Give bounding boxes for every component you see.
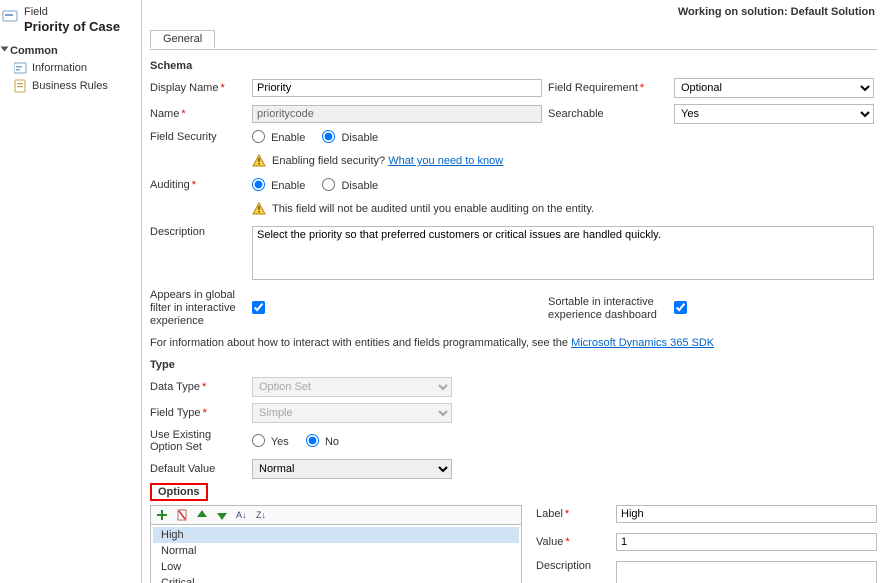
option-value-input[interactable]: [616, 533, 877, 551]
option-value-label: Value*: [536, 536, 608, 548]
display-name-input[interactable]: [252, 79, 542, 97]
sidebar-item-business-rules[interactable]: Business Rules: [14, 77, 137, 95]
fs-warning-text: Enabling field security?: [272, 155, 385, 167]
sdk-link[interactable]: Microsoft Dynamics 365 SDK: [571, 337, 714, 349]
auditing-label: Auditing*: [150, 179, 246, 191]
sidebar-header: Field Priority of Case: [0, 4, 137, 41]
sidebar-section-label: Common: [10, 45, 58, 57]
sort-asc-button[interactable]: A↓: [235, 508, 249, 522]
sdk-info-line: For information about how to interact wi…: [150, 337, 877, 349]
field-requirement-select[interactable]: Optional: [674, 78, 874, 98]
add-option-button[interactable]: [155, 508, 169, 522]
working-on-solution: Working on solution: Default Solution: [678, 6, 875, 18]
data-type-label: Data Type*: [150, 381, 246, 393]
auditing-warning-text: This field will not be audited until you…: [272, 203, 594, 215]
option-item-low[interactable]: Low: [153, 559, 519, 575]
fs-warning: Enabling field security? What you need t…: [252, 154, 874, 168]
options-list[interactable]: High Normal Low Critical: [151, 525, 521, 583]
field-security-row: Enable Disable: [252, 130, 874, 144]
rules-icon: [14, 79, 28, 93]
entity-title: Priority of Case: [24, 19, 120, 35]
field-security-label: Field Security: [150, 131, 246, 143]
option-item-normal[interactable]: Normal: [153, 543, 519, 559]
field-type-select: Simple: [252, 403, 452, 423]
fs-enable-radio[interactable]: Enable: [252, 132, 305, 144]
use-existing-label: Use Existing Option Set: [150, 429, 246, 453]
fs-warning-link[interactable]: What you need to know: [388, 155, 503, 167]
auditing-enable-radio[interactable]: Enable: [252, 180, 305, 192]
use-existing-yes-radio[interactable]: Yes: [252, 436, 289, 448]
display-name-label: Display Name*: [150, 82, 246, 94]
tab-general[interactable]: General: [150, 30, 215, 48]
move-down-button[interactable]: [215, 508, 229, 522]
sortable-checkbox[interactable]: [674, 301, 687, 314]
option-description-textarea[interactable]: [616, 561, 877, 583]
option-item-high[interactable]: High: [153, 527, 519, 543]
options-header: Options: [150, 483, 208, 501]
sidebar-item-label: Information: [32, 62, 87, 74]
option-details: Label* Value* Description Color: [536, 505, 877, 583]
description-textarea[interactable]: [252, 226, 874, 280]
auditing-disable-radio[interactable]: Disable: [322, 180, 378, 192]
warning-icon: [252, 202, 266, 216]
sidebar: Field Priority of Case Common Informatio…: [0, 0, 142, 583]
default-value-select[interactable]: Normal: [252, 459, 452, 479]
sidebar-item-information[interactable]: Information: [14, 59, 137, 77]
svg-text:A↓: A↓: [236, 510, 247, 520]
section-type-title: Type: [150, 359, 877, 371]
global-filter-label: Appears in global filter in interactive …: [150, 289, 246, 329]
sort-desc-button[interactable]: Z↓: [255, 508, 269, 522]
field-requirement-label: Field Requirement*: [548, 82, 668, 94]
searchable-label: Searchable: [548, 108, 668, 120]
info-icon: [14, 61, 28, 75]
searchable-select[interactable]: Yes: [674, 104, 874, 124]
auditing-warning: This field will not be audited until you…: [252, 202, 874, 216]
global-filter-checkbox[interactable]: [252, 301, 265, 314]
options-toolbar: A↓ Z↓: [151, 506, 521, 525]
main-content: Working on solution: Default Solution Ge…: [142, 0, 887, 583]
data-type-select: Option Set: [252, 377, 452, 397]
option-label-label: Label*: [536, 508, 608, 520]
field-type-label: Field Type*: [150, 407, 246, 419]
sidebar-section-common[interactable]: Common: [0, 43, 137, 59]
field-entity-icon: [2, 8, 18, 24]
svg-text:Z↓: Z↓: [256, 510, 266, 520]
name-label: Name*: [150, 108, 246, 120]
collapse-icon: [1, 46, 9, 51]
default-value-label: Default Value: [150, 463, 246, 475]
use-existing-row: Yes No: [252, 434, 452, 448]
delete-option-button[interactable]: [175, 508, 189, 522]
warning-icon: [252, 154, 266, 168]
options-listbox: A↓ Z↓ High Normal Low Critical: [150, 505, 522, 583]
sortable-label: Sortable in interactive experience dashb…: [548, 296, 668, 322]
entity-type-label: Field: [24, 6, 120, 19]
option-description-label: Description: [536, 560, 608, 572]
name-input: [252, 105, 542, 123]
section-schema-title: Schema: [150, 60, 877, 72]
tab-bar: General: [150, 30, 877, 50]
option-label-input[interactable]: [616, 505, 877, 523]
description-label: Description: [150, 226, 246, 238]
option-item-critical[interactable]: Critical: [153, 575, 519, 583]
sidebar-item-label: Business Rules: [32, 80, 108, 92]
auditing-row: Enable Disable: [252, 178, 874, 192]
fs-disable-radio[interactable]: Disable: [322, 132, 378, 144]
move-up-button[interactable]: [195, 508, 209, 522]
use-existing-no-radio[interactable]: No: [306, 436, 339, 448]
